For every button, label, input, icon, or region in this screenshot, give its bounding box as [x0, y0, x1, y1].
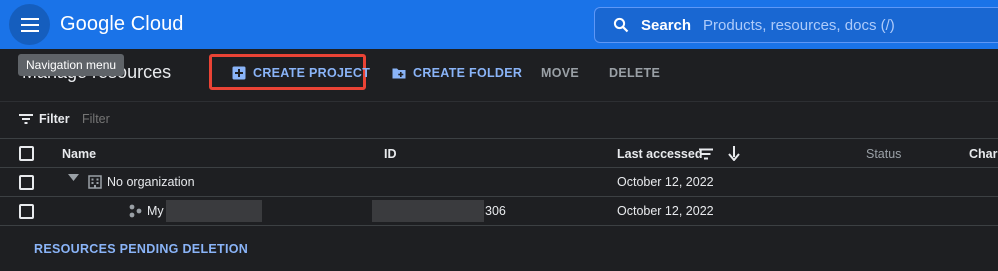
- create-project-label: CREATE PROJECT: [253, 66, 371, 80]
- organization-icon: [88, 175, 102, 189]
- create-project-button[interactable]: CREATE PROJECT: [232, 62, 370, 84]
- navigation-menu-tooltip: Navigation menu: [18, 54, 125, 76]
- delete-button[interactable]: DELETE: [609, 62, 660, 84]
- filter-label: Filter: [39, 112, 70, 126]
- search-bar[interactable]: Search Products, resources, docs (/): [594, 7, 998, 43]
- resources-pending-deletion-link[interactable]: RESOURCES PENDING DELETION: [34, 242, 248, 256]
- row-name-link[interactable]: My: [147, 204, 164, 218]
- table-row[interactable]: No organization October 12, 2022: [0, 168, 998, 197]
- add-box-icon: [232, 66, 246, 80]
- column-header-id[interactable]: ID: [384, 147, 397, 161]
- google-cloud-logo[interactable]: Google Cloud: [60, 13, 184, 36]
- move-button[interactable]: MOVE: [541, 62, 579, 84]
- row-checkbox[interactable]: [19, 204, 34, 219]
- row-id-suffix: 306: [485, 204, 506, 218]
- hamburger-menu-icon: [20, 17, 39, 32]
- navigation-menu-button[interactable]: [9, 4, 50, 45]
- sort-lines-icon[interactable]: [699, 148, 713, 160]
- column-header-name[interactable]: Name: [62, 147, 96, 161]
- column-header-last-accessed[interactable]: Last accessed: [617, 147, 702, 161]
- redacted-name-block: [166, 200, 262, 222]
- redacted-id-block: [372, 200, 484, 222]
- delete-label: DELETE: [609, 66, 661, 80]
- row-last-accessed: October 12, 2022: [617, 204, 714, 218]
- search-label: Search: [641, 16, 692, 34]
- filter-icon: [19, 114, 33, 124]
- filter-bar: Filter: [0, 101, 998, 137]
- column-header-charges[interactable]: Charg: [969, 147, 998, 161]
- expand-collapse-triangle-icon[interactable]: [68, 174, 79, 182]
- row-checkbox[interactable]: [19, 175, 34, 190]
- move-label: MOVE: [541, 66, 580, 80]
- logo-cloud-text: Cloud: [130, 13, 184, 35]
- row-name: No organization: [107, 175, 195, 189]
- column-header-status[interactable]: Status: [866, 147, 901, 161]
- logo-google-text: Google: [60, 13, 126, 35]
- project-icon: [129, 204, 142, 218]
- top-app-bar: Google Cloud Search Products, resources,…: [0, 0, 998, 49]
- row-last-accessed: October 12, 2022: [617, 175, 714, 189]
- create-folder-label: CREATE FOLDER: [413, 66, 523, 80]
- create-folder-icon: [392, 68, 406, 79]
- create-folder-button[interactable]: CREATE FOLDER: [392, 62, 522, 84]
- search-placeholder: Products, resources, docs (/): [703, 16, 895, 34]
- sort-descending-arrow-icon[interactable]: [728, 146, 740, 161]
- select-all-checkbox[interactable]: [19, 146, 34, 161]
- table-row[interactable]: My 306 October 12, 2022: [0, 197, 998, 226]
- filter-input[interactable]: [82, 112, 282, 126]
- table-header: Name ID Last accessed Status Charg: [0, 138, 998, 168]
- search-icon: [613, 17, 629, 33]
